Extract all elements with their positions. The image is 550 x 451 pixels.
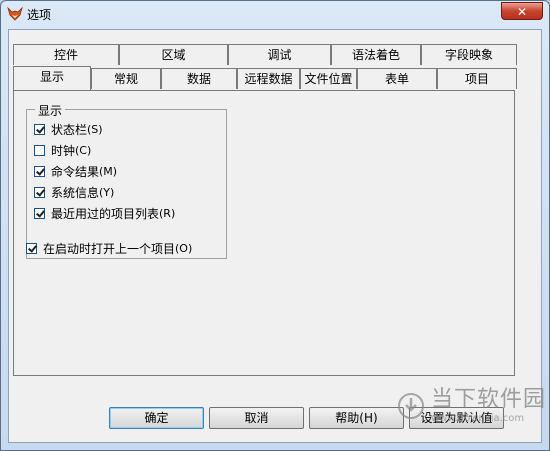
tab-file-locations[interactable]: 文件位置 <box>300 68 357 89</box>
tab-controls[interactable]: 控件 <box>13 44 119 65</box>
cancel-button[interactable]: 取消 <box>209 407 304 429</box>
options-dialog: 选项 ✕ 控件 区域 调试 语法着色 字段映象 显示 常规 数据 远程数据 文件… <box>0 0 550 451</box>
clock-option[interactable]: 时钟 (C) <box>34 142 91 158</box>
clock-checkbox[interactable] <box>34 144 45 156</box>
option-label: 命令结果 <box>51 164 100 179</box>
command-results-option[interactable]: 命令结果 (M) <box>34 163 117 179</box>
watermark: 当下软件园 www.downxia.com <box>397 373 547 439</box>
help-button[interactable]: 帮助(H) <box>309 407 404 429</box>
window-title: 选项 <box>27 8 52 22</box>
system-info-option[interactable]: 系统信息 (Y) <box>34 184 114 200</box>
option-shortcut: (R) <box>159 206 176 220</box>
command-results-checkbox[interactable] <box>34 165 45 177</box>
tab-label: 控件 <box>53 48 78 62</box>
open-last-project-option[interactable]: 在启动时打开上一个项目 (O) <box>26 240 192 256</box>
tab-label: 项目 <box>464 72 489 86</box>
system-info-checkbox[interactable] <box>34 186 45 198</box>
tab-label: 调试 <box>267 48 292 62</box>
status-bar-option[interactable]: 状态栏 (S) <box>34 121 103 137</box>
option-shortcut: (M) <box>99 164 118 178</box>
option-shortcut: (Y) <box>99 185 115 199</box>
tab-display[interactable]: 显示 <box>13 66 91 90</box>
tab-label: 字段映象 <box>444 48 493 62</box>
ok-button[interactable]: 确定 <box>109 407 204 429</box>
recent-projects-option[interactable]: 最近用过的项目列表 (R) <box>34 205 175 221</box>
close-button[interactable]: ✕ <box>501 2 543 20</box>
option-shortcut: (O) <box>175 241 193 255</box>
tab-label: 文件位置 <box>304 72 353 86</box>
fox-app-icon <box>7 6 23 22</box>
tab-label: 常规 <box>113 72 138 86</box>
option-label: 状态栏 <box>51 122 88 137</box>
close-icon: ✕ <box>516 5 528 19</box>
tab-projects[interactable]: 项目 <box>437 68 517 89</box>
watermark-url: www.downxia.com <box>431 413 525 424</box>
tab-data[interactable]: 数据 <box>161 68 237 89</box>
option-label: 时钟 <box>51 143 76 158</box>
tab-general[interactable]: 常规 <box>91 68 161 89</box>
tab-label: 区域 <box>161 48 186 62</box>
tab-debug[interactable]: 调试 <box>228 44 331 65</box>
watermark-title: 当下软件园 <box>431 387 547 412</box>
tab-field-mapping[interactable]: 字段映象 <box>421 44 517 65</box>
display-group-label: 显示 <box>35 102 66 119</box>
tab-remote-data[interactable]: 远程数据 <box>237 68 300 89</box>
option-label: 在启动时打开上一个项目 <box>43 241 176 256</box>
status-bar-checkbox[interactable] <box>34 123 45 135</box>
option-label: 最近用过的项目列表 <box>51 206 160 221</box>
tab-syntax-coloring[interactable]: 语法着色 <box>331 44 421 65</box>
tab-forms[interactable]: 表单 <box>357 68 437 89</box>
recent-projects-checkbox[interactable] <box>34 207 45 219</box>
tab-label: 表单 <box>384 72 409 86</box>
tab-label: 远程数据 <box>244 72 293 86</box>
open-last-project-checkbox[interactable] <box>26 242 37 254</box>
tab-label: 语法着色 <box>351 48 400 62</box>
tab-label: 数据 <box>186 72 211 86</box>
tab-region[interactable]: 区域 <box>119 44 228 65</box>
option-shortcut: (S) <box>87 122 103 136</box>
tab-label: 显示 <box>39 70 64 84</box>
download-logo-icon <box>398 393 424 419</box>
option-shortcut: (C) <box>75 143 92 157</box>
title-bar[interactable]: 选项 ✕ <box>1 1 549 29</box>
option-label: 系统信息 <box>51 185 100 200</box>
